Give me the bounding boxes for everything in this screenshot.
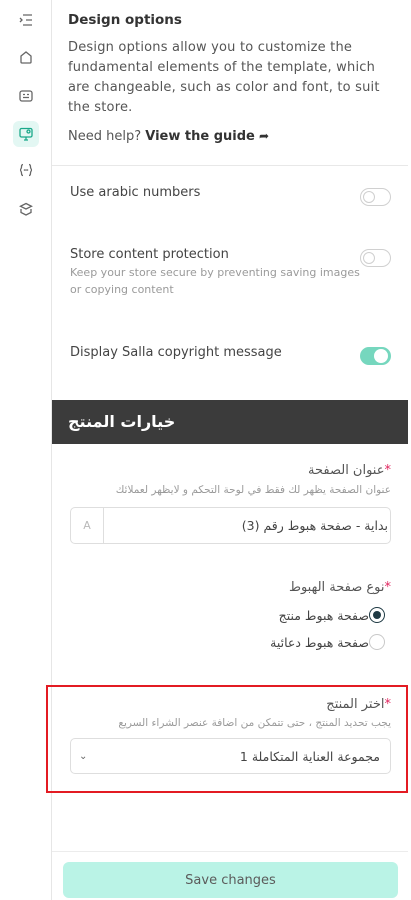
radio-product-landing[interactable]: صفحة هبوط منتج bbox=[279, 607, 391, 623]
toggle-knob bbox=[374, 348, 388, 363]
help-line: Need help? View the guide ➦ bbox=[68, 129, 269, 144]
language-addon-icon[interactable]: A bbox=[71, 508, 104, 543]
product-select[interactable]: ⌄ مجموعة العناية المتكاملة 1 bbox=[70, 738, 391, 774]
collapse-menu-icon[interactable] bbox=[13, 7, 39, 33]
arabic-numbers-toggle[interactable] bbox=[360, 188, 391, 206]
design-monitor-icon[interactable] bbox=[13, 121, 39, 147]
sidebar bbox=[0, 0, 52, 900]
option-label-content-protection: Store content protection bbox=[70, 247, 229, 262]
page-title-input[interactable]: بداية - صفحة هبوط رقم (3) bbox=[104, 508, 390, 543]
settings-panel: Design options Design options allow you … bbox=[46, 0, 411, 900]
share-arrow-icon[interactable]: ➦ bbox=[259, 129, 269, 143]
panel-description: Design options allow you to customize th… bbox=[68, 40, 380, 115]
product-options-header: خيارات المنتج bbox=[52, 400, 408, 444]
required-mark: * bbox=[384, 463, 392, 478]
radio-label: صفحة هبوط دعائية bbox=[270, 634, 369, 650]
option-label-arabic-numbers: Use arabic numbers bbox=[70, 185, 201, 200]
radio-promo-landing[interactable]: صفحة هبوط دعائية bbox=[270, 634, 391, 650]
card-icon[interactable] bbox=[13, 83, 39, 109]
field-label-text: نوع صفحة الهبوط bbox=[288, 580, 385, 595]
radio-label: صفحة هبوط منتج bbox=[278, 607, 369, 623]
product-select-value: مجموعة العناية المتكاملة 1 bbox=[239, 748, 380, 764]
field-label-text: عنوان الصفحة bbox=[308, 463, 385, 478]
divider bbox=[52, 165, 408, 166]
footer-divider bbox=[52, 851, 408, 852]
view-guide-link[interactable]: View the guide bbox=[145, 129, 255, 144]
panel-title: Design options bbox=[68, 12, 182, 28]
toggle-knob bbox=[362, 190, 375, 203]
field-label-text: اختر المنتج bbox=[326, 697, 385, 712]
design-options-intro: Design options Design options allow you … bbox=[68, 12, 398, 118]
product-field-label: *اختر المنتج bbox=[326, 697, 391, 712]
radio-unchecked-icon[interactable] bbox=[369, 634, 385, 650]
page-title-field-label: *عنوان الصفحة bbox=[308, 463, 391, 478]
toggle-knob bbox=[362, 251, 375, 264]
chevron-down-icon: ⌄ bbox=[79, 750, 88, 762]
option-label-copyright: Display Salla copyright message bbox=[70, 345, 282, 360]
option-desc-content-protection: Keep your store secure by preventing sav… bbox=[70, 266, 360, 296]
product-field-hint: يجب تحديد المنتج ، حتى تتمكن من اضافة عن… bbox=[118, 717, 391, 729]
home-icon[interactable] bbox=[13, 44, 39, 70]
page-title-hint: عنوان الصفحة يظهر لك فقط في لوحة التحكم … bbox=[115, 484, 391, 496]
required-mark: * bbox=[384, 580, 392, 595]
landing-type-label: *نوع صفحة الهبوط bbox=[289, 580, 391, 595]
copyright-toggle[interactable] bbox=[360, 347, 391, 365]
layers-icon[interactable] bbox=[13, 196, 39, 222]
save-changes-button[interactable]: Save changes bbox=[63, 862, 398, 898]
content-protection-toggle[interactable] bbox=[360, 249, 391, 267]
page-title-input-group: A بداية - صفحة هبوط رقم (3) bbox=[70, 507, 391, 544]
help-prefix: Need help? bbox=[68, 129, 142, 144]
code-braces-icon[interactable] bbox=[13, 157, 39, 183]
radio-checked-icon[interactable] bbox=[369, 607, 385, 623]
required-mark: * bbox=[384, 697, 392, 712]
